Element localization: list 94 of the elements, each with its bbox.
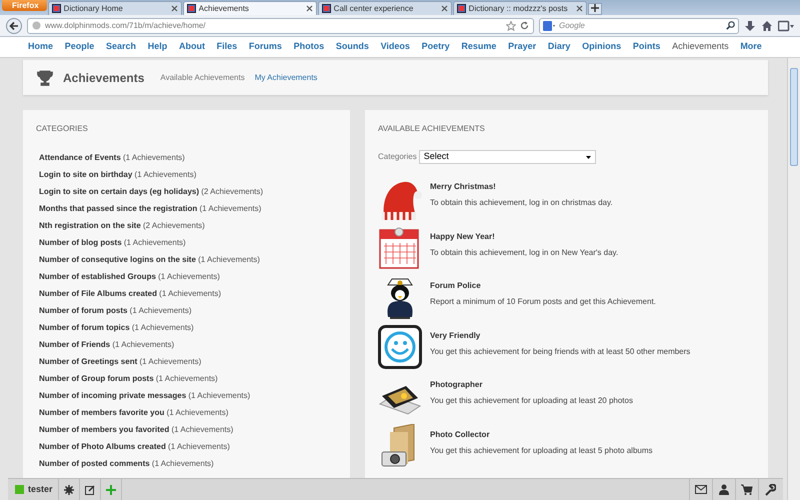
panel-title: AVAILABLE ACHIEVEMENTS [378, 123, 486, 135]
achievement-description: You get this achievement for uploading at least 20 photos [430, 395, 633, 407]
nav-link[interactable]: Diary [548, 40, 570, 54]
reload-icon[interactable] [520, 21, 529, 30]
scrollbar[interactable] [787, 58, 800, 500]
category-link[interactable]: Number of Greetings sent (1 Achievements) [36, 356, 337, 373]
download-icon[interactable] [744, 20, 756, 32]
category-link[interactable]: Number of members favorite you (1 Achievements) [36, 407, 337, 424]
back-icon[interactable] [6, 18, 22, 34]
close-icon[interactable] [306, 5, 313, 12]
achievement-description: You get this achievement for being friends with at least 50 other members [430, 346, 690, 358]
achievement-title[interactable]: Photo Collector [430, 428, 653, 440]
address-field[interactable]: www.dolphinmods.com/71b/m/achieve/home/ [27, 18, 534, 34]
achievement-title[interactable]: Forum Police [430, 280, 656, 292]
nav-link[interactable]: More [740, 40, 762, 54]
settings-icon[interactable] [64, 484, 74, 494]
achievement-title[interactable]: Happy New Year! [430, 230, 618, 242]
nav-link[interactable]: People [64, 40, 94, 54]
globe-icon [32, 21, 41, 30]
nav-link[interactable]: Home [28, 40, 54, 54]
page-title: Achievements [63, 70, 144, 86]
category-select[interactable]: Select [418, 150, 596, 164]
category-link[interactable]: Number of consequtive logins on the site (1 Achievements) [36, 254, 337, 271]
nav-link[interactable]: Opinions [582, 40, 622, 54]
nav-link[interactable]: Videos [380, 40, 410, 54]
nav-link[interactable]: Resume [461, 40, 496, 54]
browser-tab[interactable]: Achievements [182, 1, 317, 15]
category-link[interactable]: Number of Photo Albums created (1 Achievements) [36, 441, 337, 458]
nav-link[interactable]: Poetry [422, 40, 450, 54]
browser-tab[interactable]: Dictionary :: modzzz's posts [452, 1, 587, 15]
category-link[interactable]: Login to site on certain days (eg holidays) (2 Achievements) [36, 186, 337, 203]
header-link[interactable]: My Achievements [254, 72, 318, 84]
nav-link[interactable]: Search [106, 40, 136, 54]
plus-icon [590, 4, 599, 12]
achievement-description: You get this achievement for uploading at least 5 photo albums [430, 444, 653, 456]
category-link[interactable]: Number of blog posts (1 Achievements) [36, 237, 337, 254]
achievement-description: To obtain this achievement, log in on New Year's day. [430, 246, 618, 258]
nav-link[interactable]: Forums [248, 40, 282, 54]
category-link[interactable]: Number of Group forum posts (1 Achievements) [36, 373, 337, 390]
nav-link[interactable]: Help [148, 40, 168, 54]
nav-link[interactable]: Photos [294, 40, 324, 54]
search-field[interactable]: Google [539, 18, 739, 34]
trophy-icon [37, 70, 53, 86]
category-link[interactable]: Number of established Groups (1 Achievements) [36, 271, 337, 288]
close-icon[interactable] [576, 5, 583, 12]
browser-tab[interactable]: Call center experience [318, 1, 452, 15]
nav-link[interactable]: Prayer [508, 40, 536, 54]
star-icon[interactable] [506, 20, 516, 30]
edit-icon[interactable] [84, 484, 95, 494]
nav-link[interactable]: About [178, 40, 205, 54]
caret-icon [586, 156, 591, 158]
window-icon[interactable] [778, 20, 794, 32]
person-icon[interactable] [718, 484, 730, 496]
category-link[interactable]: Number of forum posts (1 Achievements) [36, 305, 337, 322]
page-icon [186, 4, 196, 13]
nav-link[interactable]: Files [216, 40, 238, 54]
close-icon[interactable] [170, 5, 178, 12]
achievement-description: To obtain this achievement, log in on christmas day. [430, 197, 613, 209]
browser-tab[interactable]: Dictionary Home [48, 1, 182, 15]
nav-link[interactable]: Achievements [672, 40, 729, 54]
wrench-icon[interactable] [764, 484, 776, 496]
user-menu-button[interactable]: tester [10, 479, 59, 500]
smiley-icon [378, 324, 422, 368]
category-link[interactable]: Months that passed since the registration (1 Achievements) [36, 203, 337, 220]
panel-title: CATEGORIES [36, 123, 89, 135]
category-link[interactable]: Number of forum topics (1 Achievements) [36, 322, 337, 339]
page-icon [456, 4, 466, 13]
category-link[interactable]: Nth registration on the site (2 Achievements) [36, 220, 337, 237]
search-icon[interactable] [726, 21, 735, 30]
category-link[interactable]: Number of posted comments (1 Achievements) [36, 458, 337, 475]
category-link[interactable]: Number of File Albums created (1 Achievements) [36, 288, 337, 305]
nav-link[interactable]: Points [632, 40, 660, 54]
achievement-title[interactable]: Photographer [430, 379, 633, 391]
home-icon[interactable] [761, 20, 773, 32]
page-icon [52, 4, 61, 13]
status-icon [15, 485, 24, 494]
calendar-icon [378, 226, 422, 270]
category-link[interactable]: Login to site on birthday (1 Achievements) [36, 169, 337, 186]
achievement-description: Report a minimum of 10 Forum posts and get this Achievement. [430, 296, 656, 308]
search-engine-icon [543, 20, 555, 30]
category-link[interactable]: Number of Friends (1 Achievements) [36, 339, 337, 356]
page-icon [322, 4, 331, 13]
close-icon[interactable] [440, 5, 448, 12]
cart-icon[interactable] [741, 484, 753, 496]
mail-icon[interactable] [695, 484, 707, 496]
achievement-title[interactable]: Very Friendly [430, 330, 690, 342]
category-link[interactable]: Attendance of Events (1 Achievements) [36, 152, 337, 169]
new-tab-button[interactable] [588, 3, 602, 15]
achievement-title[interactable]: Merry Christmas! [430, 181, 613, 193]
header-link[interactable]: Available Achievements [160, 72, 245, 84]
category-link[interactable]: Number of incoming private messages (1 Achievements) [36, 390, 337, 407]
nav-link[interactable]: Sounds [336, 40, 369, 54]
category-link[interactable]: Number of members you favorited (1 Achievements) [36, 424, 337, 441]
field-label: Categories [378, 151, 417, 163]
